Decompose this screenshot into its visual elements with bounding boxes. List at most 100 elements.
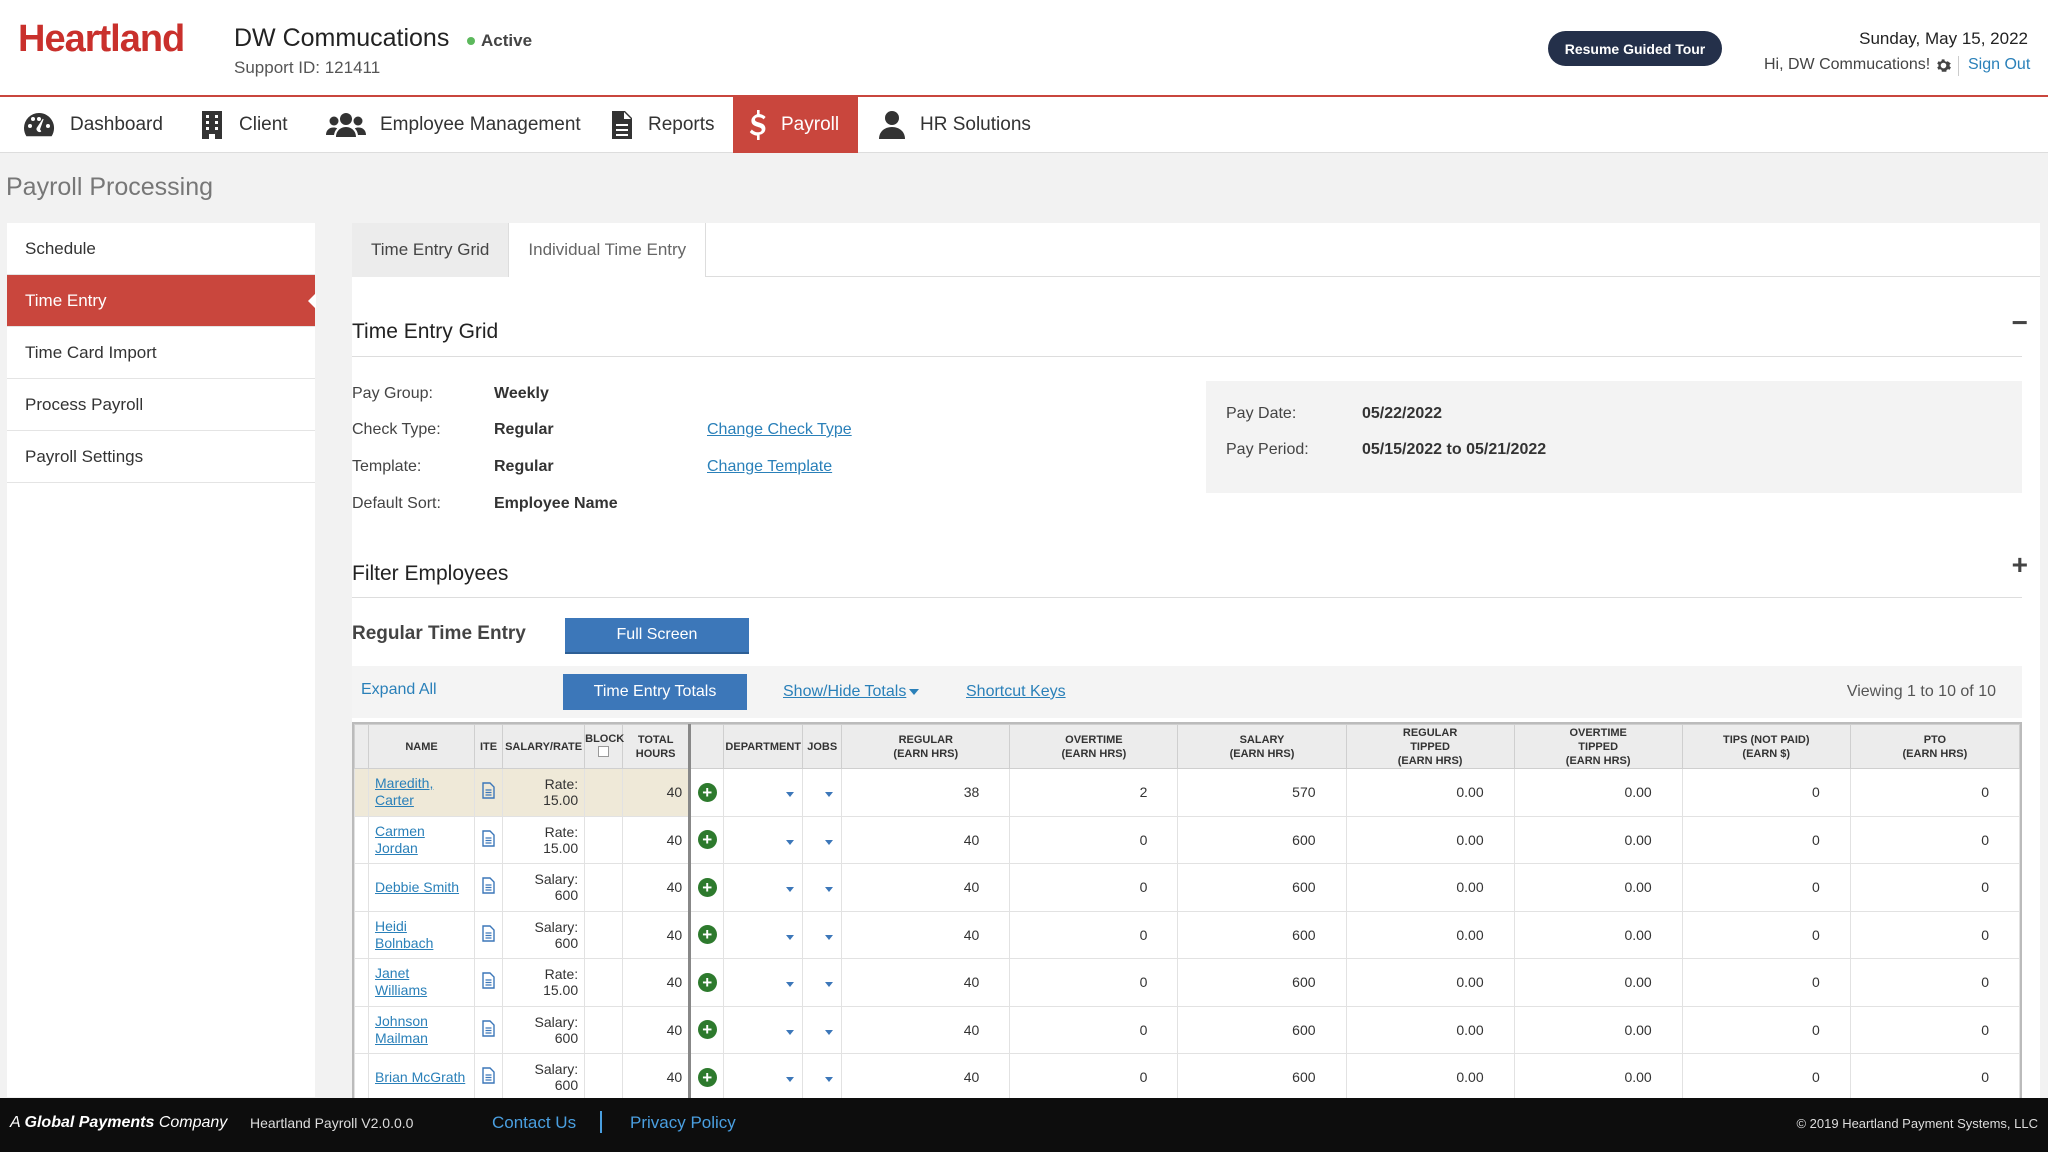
tips-input[interactable]: 0: [1681, 958, 1851, 1007]
department-dropdown[interactable]: [723, 815, 804, 864]
regular-tipped-input[interactable]: 0.00: [1345, 768, 1515, 817]
employee-name-link[interactable]: Brian McGrath: [369, 1069, 474, 1086]
table-row[interactable]: Johnson Mailman Salary: 600 40 + 40 0 600 …: [354, 1005, 2020, 1054]
block-cell[interactable]: [584, 1005, 624, 1054]
tips-input[interactable]: 0: [1681, 910, 1851, 959]
overtime-tipped-input[interactable]: 0.00: [1513, 815, 1683, 864]
jobs-dropdown[interactable]: [802, 910, 843, 959]
add-entry-cell[interactable]: +: [688, 768, 725, 817]
add-circle-icon[interactable]: +: [697, 972, 717, 992]
heartland-logo[interactable]: Heartland: [18, 18, 185, 61]
nav-item-dashboard[interactable]: Dashboard: [10, 97, 175, 153]
regular-tipped-input[interactable]: 0.00: [1345, 815, 1515, 864]
overtime-tipped-input[interactable]: 0.00: [1513, 958, 1683, 1007]
overtime-hours-input[interactable]: 0: [1009, 910, 1179, 959]
gear-icon[interactable]: [1936, 58, 1952, 73]
pto-hours-input[interactable]: 0: [1849, 910, 2020, 959]
document-icon[interactable]: [482, 1020, 495, 1037]
block-cell[interactable]: [584, 863, 624, 912]
employee-name-link[interactable]: Carmen Jordan: [369, 823, 474, 857]
nav-item-employee-management[interactable]: Employee Management: [314, 97, 593, 153]
table-row[interactable]: Heidi Bolnbach Salary: 600 40 + 40 0 600 0…: [354, 910, 2020, 959]
show-hide-totals-dropdown[interactable]: Show/Hide Totals: [783, 683, 920, 701]
pto-hours-input[interactable]: 0: [1849, 1005, 2020, 1054]
employee-name-link[interactable]: Heidi Bolnbach: [369, 918, 474, 952]
nav-item-hr-solutions[interactable]: HR Solutions: [866, 97, 1043, 153]
table-row[interactable]: Janet Williams Rate: 15.00 40 + 40 0 600 0…: [354, 958, 2020, 1007]
regular-hours-input[interactable]: 40: [841, 1053, 1011, 1098]
block-cell[interactable]: [584, 910, 624, 959]
pto-hours-input[interactable]: 0: [1849, 1053, 2020, 1098]
block-cell[interactable]: [584, 1053, 624, 1098]
block-cell[interactable]: [584, 958, 624, 1007]
time-entry-totals-button[interactable]: Time Entry Totals: [563, 674, 747, 710]
overtime-tipped-input[interactable]: 0.00: [1513, 863, 1683, 912]
overtime-tipped-input[interactable]: 0.00: [1513, 910, 1683, 959]
contact-us-link[interactable]: Contact Us: [492, 1113, 576, 1133]
salary-hours-input[interactable]: 600: [1177, 1053, 1347, 1098]
document-icon[interactable]: [482, 877, 495, 894]
regular-hours-input[interactable]: 40: [841, 815, 1011, 864]
salary-hours-input[interactable]: 600: [1177, 910, 1347, 959]
nav-item-reports[interactable]: Reports: [598, 97, 727, 153]
employee-name-link[interactable]: Johnson Mailman: [369, 1013, 474, 1047]
sign-out-link[interactable]: Sign Out: [1968, 56, 2030, 74]
full-screen-button[interactable]: Full Screen: [565, 618, 749, 654]
regular-tipped-input[interactable]: 0.00: [1345, 958, 1515, 1007]
nav-item-client[interactable]: Client: [187, 97, 300, 153]
employee-name-link[interactable]: Maredith, Carter: [369, 775, 474, 809]
expand-icon[interactable]: +: [2012, 549, 2028, 581]
change-check-type-link[interactable]: Change Check Type: [707, 421, 852, 439]
add-circle-icon[interactable]: +: [697, 782, 717, 802]
document-icon[interactable]: [482, 1067, 495, 1084]
jobs-dropdown[interactable]: [802, 815, 843, 864]
document-icon[interactable]: [482, 925, 495, 942]
salary-hours-input[interactable]: 570: [1177, 768, 1347, 817]
department-dropdown[interactable]: [723, 863, 804, 912]
jobs-dropdown[interactable]: [802, 863, 843, 912]
table-row[interactable]: Maredith, Carter Rate: 15.00 40 + 38 2 570…: [354, 768, 2020, 817]
department-dropdown[interactable]: [723, 1053, 804, 1098]
document-icon[interactable]: [482, 972, 495, 989]
department-dropdown[interactable]: [723, 768, 804, 817]
tab-time-entry-grid[interactable]: Time Entry Grid: [352, 223, 510, 277]
document-icon[interactable]: [482, 830, 495, 847]
regular-hours-input[interactable]: 38: [841, 768, 1011, 817]
pto-hours-input[interactable]: 0: [1849, 958, 2020, 1007]
salary-hours-input[interactable]: 600: [1177, 863, 1347, 912]
tips-input[interactable]: 0: [1681, 815, 1851, 864]
salary-hours-input[interactable]: 600: [1177, 1005, 1347, 1054]
tab-individual-time-entry[interactable]: Individual Time Entry: [509, 223, 707, 277]
add-circle-icon[interactable]: +: [697, 877, 717, 897]
jobs-dropdown[interactable]: [802, 768, 843, 817]
document-icon[interactable]: [482, 782, 495, 799]
block-all-checkbox[interactable]: [598, 746, 610, 757]
regular-tipped-input[interactable]: 0.00: [1345, 1053, 1515, 1098]
sidebar-item-time-card-import[interactable]: Time Card Import: [7, 327, 315, 379]
overtime-tipped-input[interactable]: 0.00: [1513, 768, 1683, 817]
block-cell[interactable]: [584, 815, 624, 864]
add-circle-icon[interactable]: +: [697, 1067, 717, 1087]
department-dropdown[interactable]: [723, 958, 804, 1007]
overtime-tipped-input[interactable]: 0.00: [1513, 1053, 1683, 1098]
employee-name-link[interactable]: Janet Williams: [369, 965, 474, 999]
add-circle-icon[interactable]: +: [697, 1020, 717, 1040]
overtime-hours-input[interactable]: 0: [1009, 1005, 1179, 1054]
department-dropdown[interactable]: [723, 910, 804, 959]
nav-item-payroll[interactable]: Payroll: [733, 97, 858, 153]
add-entry-cell[interactable]: +: [688, 863, 725, 912]
tips-input[interactable]: 0: [1681, 863, 1851, 912]
regular-hours-input[interactable]: 40: [841, 910, 1011, 959]
add-circle-icon[interactable]: +: [697, 830, 717, 850]
tips-input[interactable]: 0: [1681, 1005, 1851, 1054]
overtime-hours-input[interactable]: 2: [1009, 768, 1179, 817]
table-row[interactable]: Brian McGrath Salary: 600 40 + 40 0 600 0…: [354, 1053, 2020, 1098]
collapse-icon[interactable]: −: [2012, 307, 2028, 339]
pto-hours-input[interactable]: 0: [1849, 768, 2020, 817]
regular-tipped-input[interactable]: 0.00: [1345, 910, 1515, 959]
table-row[interactable]: Carmen Jordan Rate: 15.00 40 + 40 0 600 0.…: [354, 815, 2020, 864]
salary-hours-input[interactable]: 600: [1177, 815, 1347, 864]
department-dropdown[interactable]: [723, 1005, 804, 1054]
jobs-dropdown[interactable]: [802, 958, 843, 1007]
add-entry-cell[interactable]: +: [688, 958, 725, 1007]
